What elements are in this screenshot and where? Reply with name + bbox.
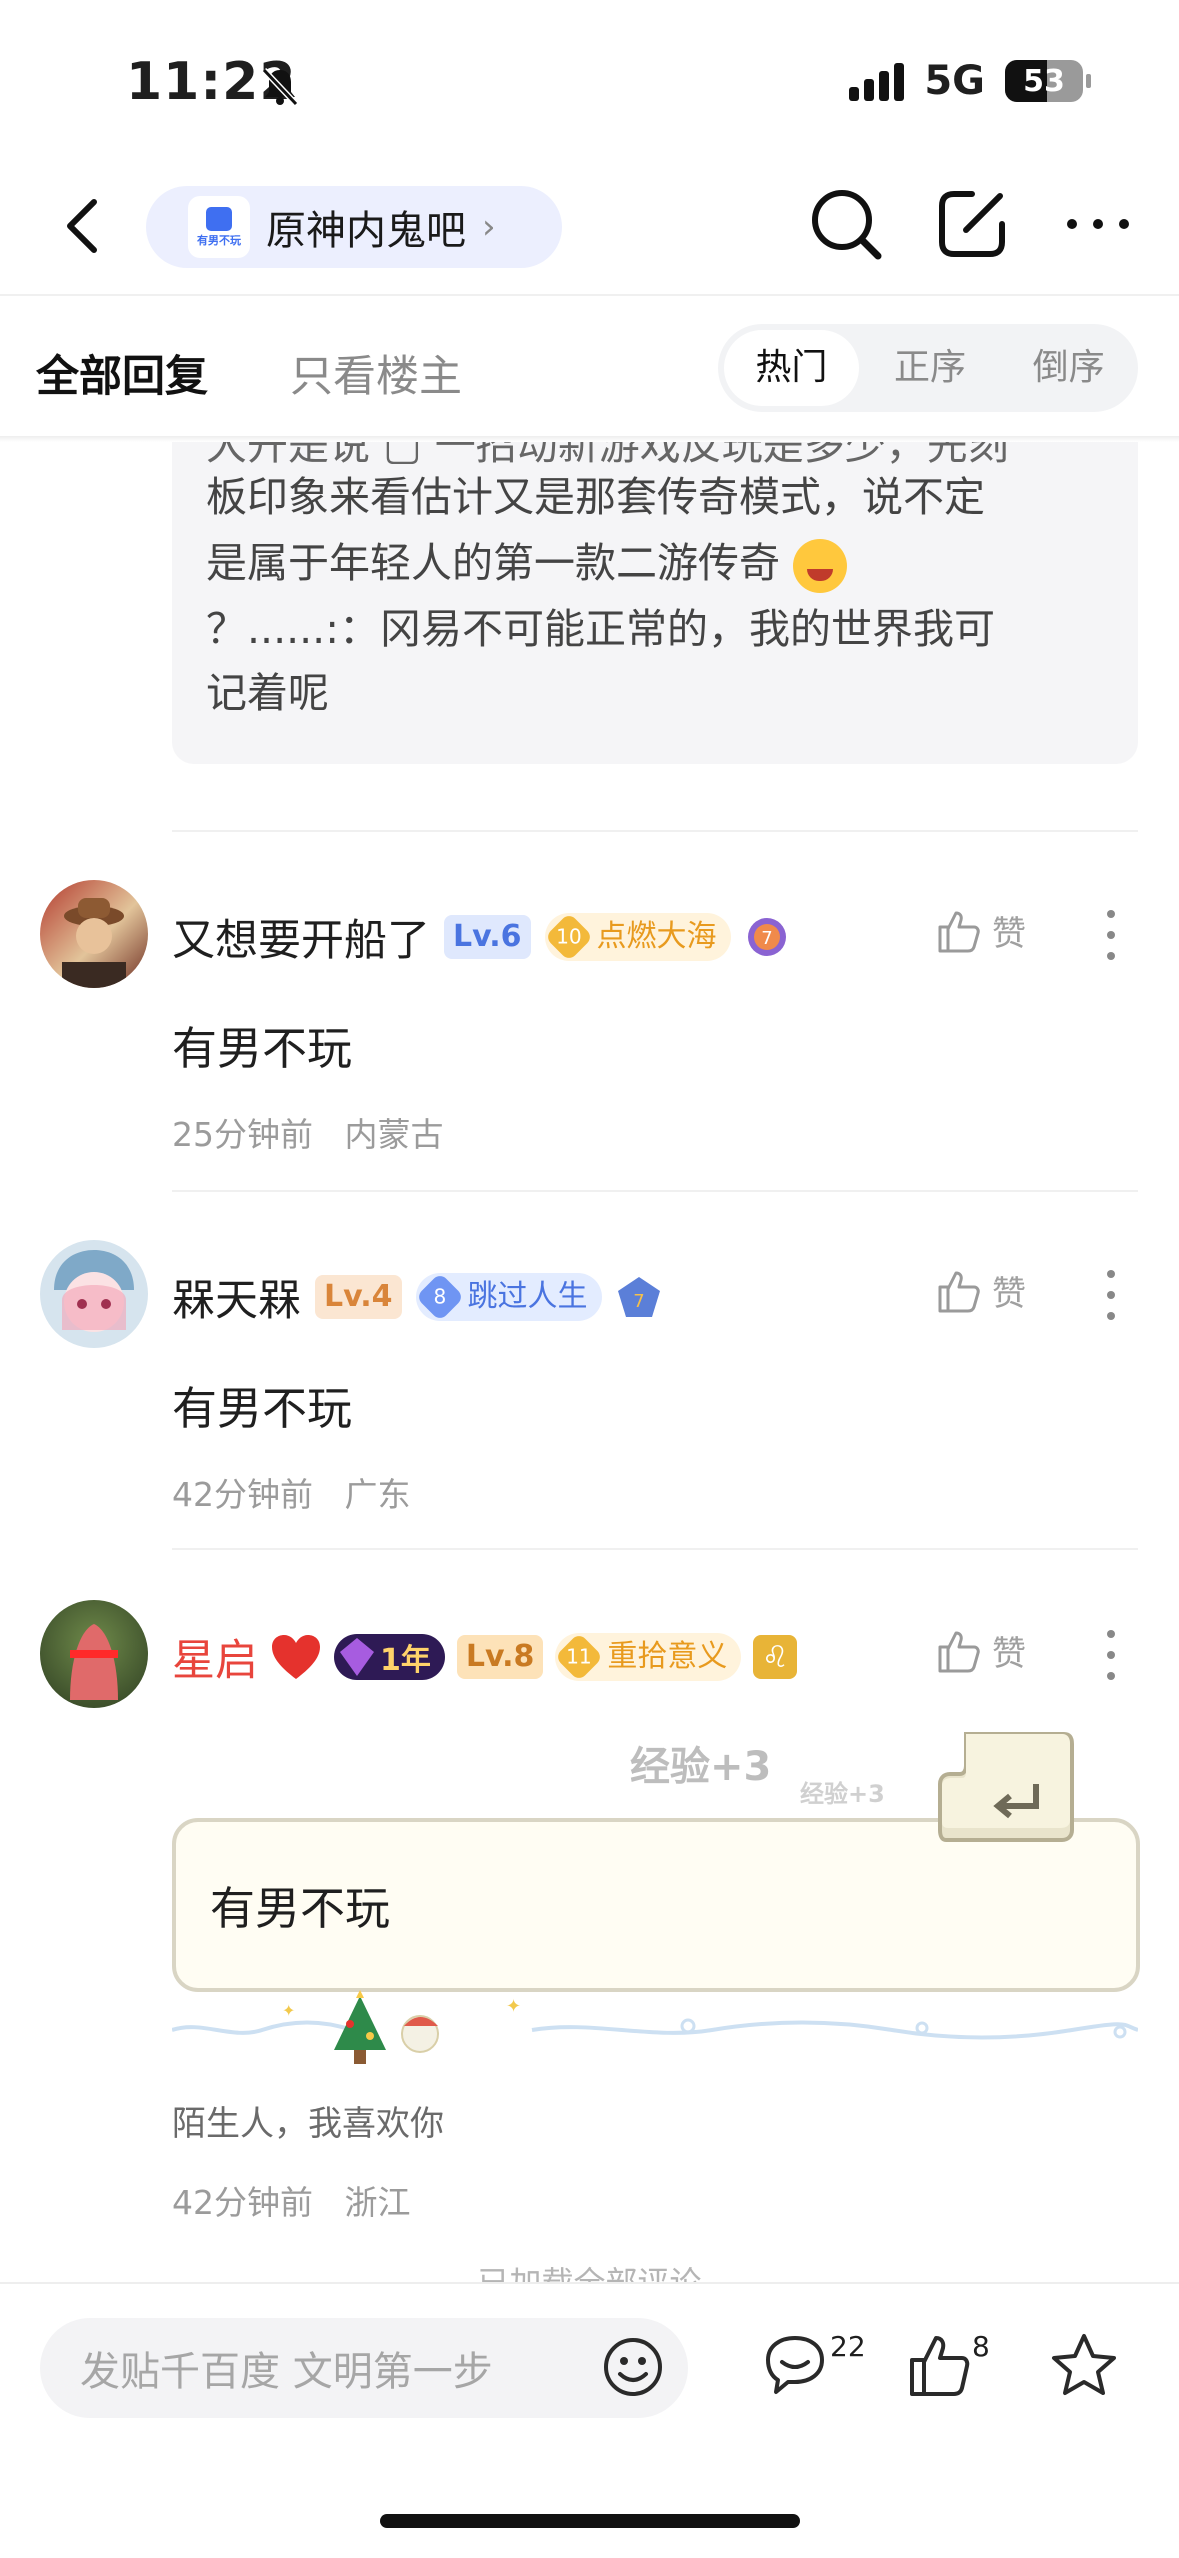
comment-more-icon[interactable] [1106,910,1116,960]
thumbs-up-icon [938,1271,980,1312]
user-row: 星启 1年 Lv.8 11 重拾意义 ♌ [172,1626,798,1688]
svg-text:7: 7 [633,1291,644,1312]
reply-input[interactable]: 发贴千百度 文明第一步 [40,2318,688,2418]
avatar[interactable] [40,1600,148,1708]
svg-text:✦: ✦ [282,2001,295,2020]
forum-name: 原神内鬼吧 [266,208,466,254]
thumbs-up-icon [910,2336,970,2396]
avatar[interactable] [40,880,148,988]
member-badge: 10 点燃大海 [544,912,731,962]
christmas-decoration-icon: ✦ ✦ [172,1990,1138,2064]
cellular-signal-icon [849,61,905,101]
quote-line: 板印象来看估计又是那套传奇模式，说不定 [206,473,985,521]
enter-key-icon [938,1732,1074,1842]
username[interactable]: 槑天槑 [172,1266,301,1328]
tab-op-only[interactable]: 只看楼主 [290,342,462,404]
like-count: 8 [972,2330,990,2363]
forum-logo: 有男不玩 [188,196,250,258]
sort-ascending[interactable]: 正序 [863,330,998,406]
user-row: 槑天槑 Lv.4 8 跳过人生 7 [172,1266,662,1328]
comment-count: 22 [830,2330,866,2363]
back-icon[interactable] [58,196,108,256]
heart-icon [272,1635,320,1679]
level-medal-icon: 7 [617,1277,660,1317]
favorite-star-icon[interactable] [1048,2330,1120,2400]
quote-line: 记着呢 [206,669,329,717]
gem-icon [340,1638,374,1676]
divider [172,1548,1138,1550]
username[interactable]: 星启 [172,1626,258,1688]
avatar[interactable] [40,1240,148,1348]
comment-meta: 42分钟前 浙江 [172,2183,411,2222]
member-badge: 8 跳过人生 [415,1272,602,1322]
forum-pill[interactable]: 有男不玩 原神内鬼吧 › [146,186,562,268]
level-medal-icon: 7 [747,918,786,956]
battery-level: 53 [1023,63,1065,99]
nested-replies-box[interactable]: 大开是说 ▢ 一招动新游戏反玩是多少，先刻 板印象来看估计又是那套传奇模式，说不… [172,442,1138,764]
thumbs-up-icon [938,911,980,952]
silent-bell-icon [261,67,299,107]
comment-bubble[interactable]: 有男不玩 [172,1818,1140,1992]
like-count-button[interactable]: 8 [906,2330,990,2400]
level-badge: Lv.6 [444,915,531,959]
exp-gain-small: 经验+3 [800,1780,885,1808]
thumbs-up-icon [938,1631,980,1672]
quote-line: 是属于年轻人的第一款二游传奇 [206,530,848,596]
comment-text[interactable]: 有男不玩 [172,1012,352,1077]
home-indicator [380,2514,800,2528]
username[interactable]: 又想要开船了 [172,906,430,968]
laughing-emoji-icon [793,539,848,593]
comment-text: 有男不玩 [210,1882,391,1935]
sort-hot[interactable]: 热门 [724,330,859,406]
comment-text[interactable]: 有男不玩 [172,1372,352,1437]
comment-meta: 42分钟前 广东 [172,1475,411,1514]
emoji-icon[interactable] [600,2334,666,2400]
network-type: 5G [924,58,985,104]
comment-count-button[interactable]: 22 [760,2330,866,2400]
zodiac-leo-icon: ♌ [753,1635,798,1679]
user-signature: 陌生人，我喜欢你 [172,2104,444,2144]
quote-line: ？......:：冈易不可能正常的，我的世界我可 [206,605,996,653]
level-badge: Lv.8 [456,1635,544,1679]
chevron-right-icon: › [482,207,496,247]
like-button[interactable]: 赞 [934,1266,1026,1315]
status-indicators: 5G 53 [849,58,1091,104]
divider [172,1190,1138,1192]
battery-icon: 53 [1005,60,1091,102]
user-row: 又想要开船了 Lv.6 10 点燃大海 7 [172,906,789,968]
level-badge: Lv.4 [315,1275,402,1319]
sort-descending[interactable]: 倒序 [1001,330,1136,406]
comment-more-icon[interactable] [1106,1270,1116,1320]
svg-text:✦: ✦ [506,1996,521,2017]
sort-toggle: 热门 正序 倒序 [718,324,1138,412]
share-icon[interactable] [932,184,1012,264]
tab-all-replies[interactable]: 全部回复 [36,342,208,404]
exp-gain-label: 经验+3 [630,1744,772,1790]
comment-meta: 25分钟前 内蒙古 [172,1115,444,1154]
like-button[interactable]: 赞 [934,906,1026,955]
more-icon[interactable] [1058,184,1138,264]
svg-text:7: 7 [761,928,772,949]
divider [172,830,1138,832]
comment-more-icon[interactable] [1106,1630,1116,1680]
search-icon[interactable] [806,184,886,264]
year-badge: 1年 [334,1634,445,1680]
like-button[interactable]: 赞 [934,1626,1026,1675]
member-badge: 11 重拾意义 [554,1632,742,1682]
comment-icon [766,2336,824,2394]
nav-divider [0,294,1179,296]
